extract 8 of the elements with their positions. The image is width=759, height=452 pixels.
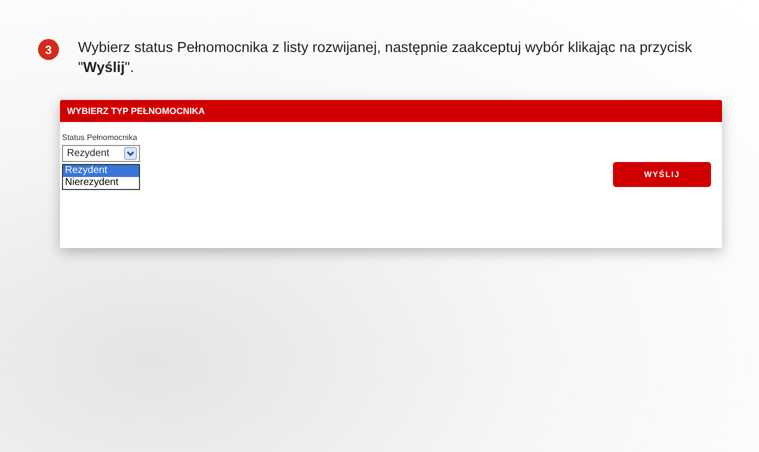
dropdown-option[interactable]: Rezydent	[63, 165, 139, 177]
dropdown-option[interactable]: Nierezydent	[63, 177, 139, 189]
panel-title: WYBIERZ TYP PEŁNOMOCNIKA	[67, 106, 205, 116]
field-label: Status Pełnomocnika	[62, 133, 138, 142]
step-number-badge: 3	[38, 39, 59, 60]
status-select[interactable]: Rezydent	[62, 145, 140, 162]
send-button[interactable]: WYŚLIJ	[613, 162, 711, 187]
instruction-text: Wybierz status Pełnomocnika z listy rozwijanej, następnie zaakceptuj wybór klikając na przycisk "Wyślij".	[78, 39, 693, 78]
